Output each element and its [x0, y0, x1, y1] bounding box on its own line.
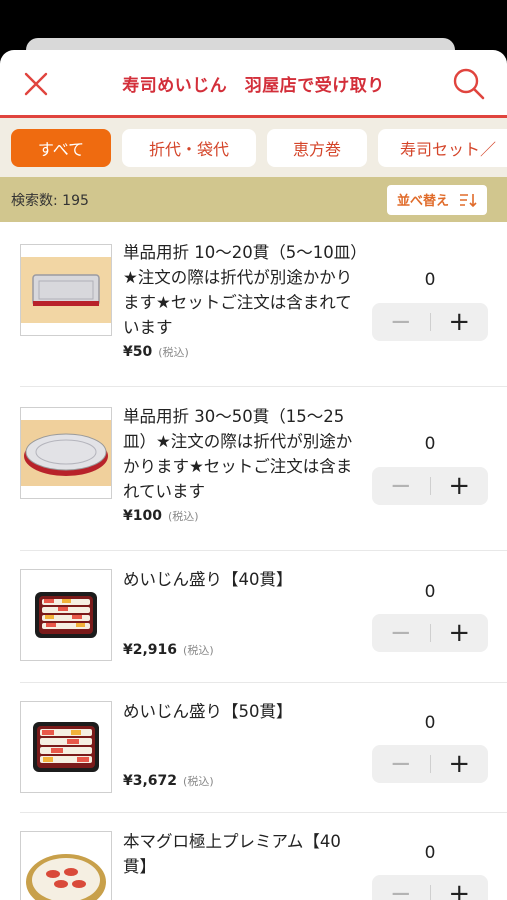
- product-name: 本マグロ極上プレミアム【40貫】: [123, 832, 341, 876]
- result-count: 検索数: 195: [11, 192, 89, 209]
- product-image: [20, 407, 112, 499]
- product-name: 単品用折 30〜50貫（15〜25皿）★注文の際は折代が別途かかります★セットご…: [123, 407, 353, 501]
- page-title: 寿司めいじん 羽屋店で受け取り: [122, 76, 385, 96]
- increment-button[interactable]: +: [431, 467, 489, 505]
- increment-button[interactable]: +: [431, 745, 489, 783]
- product-price: ¥100 (税込): [123, 508, 199, 524]
- quantity-value: 0: [424, 713, 436, 733]
- product-price: ¥2,916 (税込): [123, 642, 214, 658]
- search-icon: [453, 68, 485, 100]
- quantity-stepper: − +: [372, 745, 488, 783]
- list-item[interactable]: 単品用折 10〜20貫（5〜10皿）★注文の際は折代が別途かかります★セットご注…: [20, 222, 507, 387]
- sort-label: 並べ替え: [396, 194, 449, 209]
- tab-all[interactable]: すべて: [11, 128, 111, 167]
- quantity-value: 0: [424, 270, 436, 290]
- decrement-button[interactable]: −: [372, 467, 430, 505]
- result-bar: 検索数: 195 並べ替え: [0, 177, 507, 222]
- decrement-button[interactable]: −: [372, 303, 430, 341]
- product-image: [20, 569, 112, 661]
- sort-icon: [460, 193, 477, 207]
- product-image: [20, 701, 112, 793]
- increment-button[interactable]: +: [431, 875, 489, 900]
- tab-container-fee[interactable]: 折代・袋代: [122, 128, 256, 167]
- quantity-value: 0: [424, 843, 436, 863]
- product-price: ¥3,672 (税込): [123, 773, 214, 789]
- increment-button[interactable]: +: [431, 614, 489, 652]
- product-name: めいじん盛り【40貫】: [123, 570, 293, 589]
- quantity-stepper: − +: [372, 614, 488, 652]
- decrement-button[interactable]: −: [372, 745, 430, 783]
- quantity-value: 0: [424, 434, 436, 454]
- list-item[interactable]: 単品用折 30〜50貫（15〜25皿）★注文の際は折代が別途かかります★セットご…: [20, 387, 507, 551]
- increment-button[interactable]: +: [431, 303, 489, 341]
- sort-button[interactable]: 並べ替え: [386, 184, 487, 215]
- list-item[interactable]: 本マグロ極上プレミアム【40貫】 0 − +: [20, 813, 507, 900]
- tab-sushi-set[interactable]: 寿司セット／: [378, 128, 507, 167]
- product-image: [20, 244, 112, 336]
- search-button[interactable]: [451, 66, 487, 102]
- quantity-stepper: − +: [372, 303, 488, 341]
- quantity-stepper: − +: [372, 875, 488, 900]
- quantity-value: 0: [424, 582, 436, 602]
- list-item[interactable]: めいじん盛り【50貫】 ¥3,672 (税込) 0 − +: [20, 683, 507, 813]
- product-name: 単品用折 10〜20貫（5〜10皿）★注文の際は折代が別途かかります★セットご注…: [123, 243, 359, 337]
- tab-ehomaki[interactable]: 恵方巻: [267, 128, 367, 167]
- decrement-button[interactable]: −: [372, 614, 430, 652]
- list-item[interactable]: めいじん盛り【40貫】 ¥2,916 (税込) 0 − +: [20, 551, 507, 683]
- product-price: ¥50 (税込): [123, 344, 189, 360]
- close-icon: [24, 72, 48, 96]
- product-name: めいじん盛り【50貫】: [123, 702, 293, 721]
- close-button[interactable]: [20, 68, 52, 100]
- product-sheet: 寿司めいじん 羽屋店で受け取り すべて 折代・袋代 恵方巻 寿司セット／ 検索数…: [0, 50, 507, 900]
- product-image: [20, 831, 112, 900]
- header: 寿司めいじん 羽屋店で受け取り: [0, 50, 507, 118]
- decrement-button[interactable]: −: [372, 875, 430, 900]
- category-tabs: すべて 折代・袋代 恵方巻 寿司セット／: [0, 118, 507, 177]
- quantity-stepper: − +: [372, 467, 488, 505]
